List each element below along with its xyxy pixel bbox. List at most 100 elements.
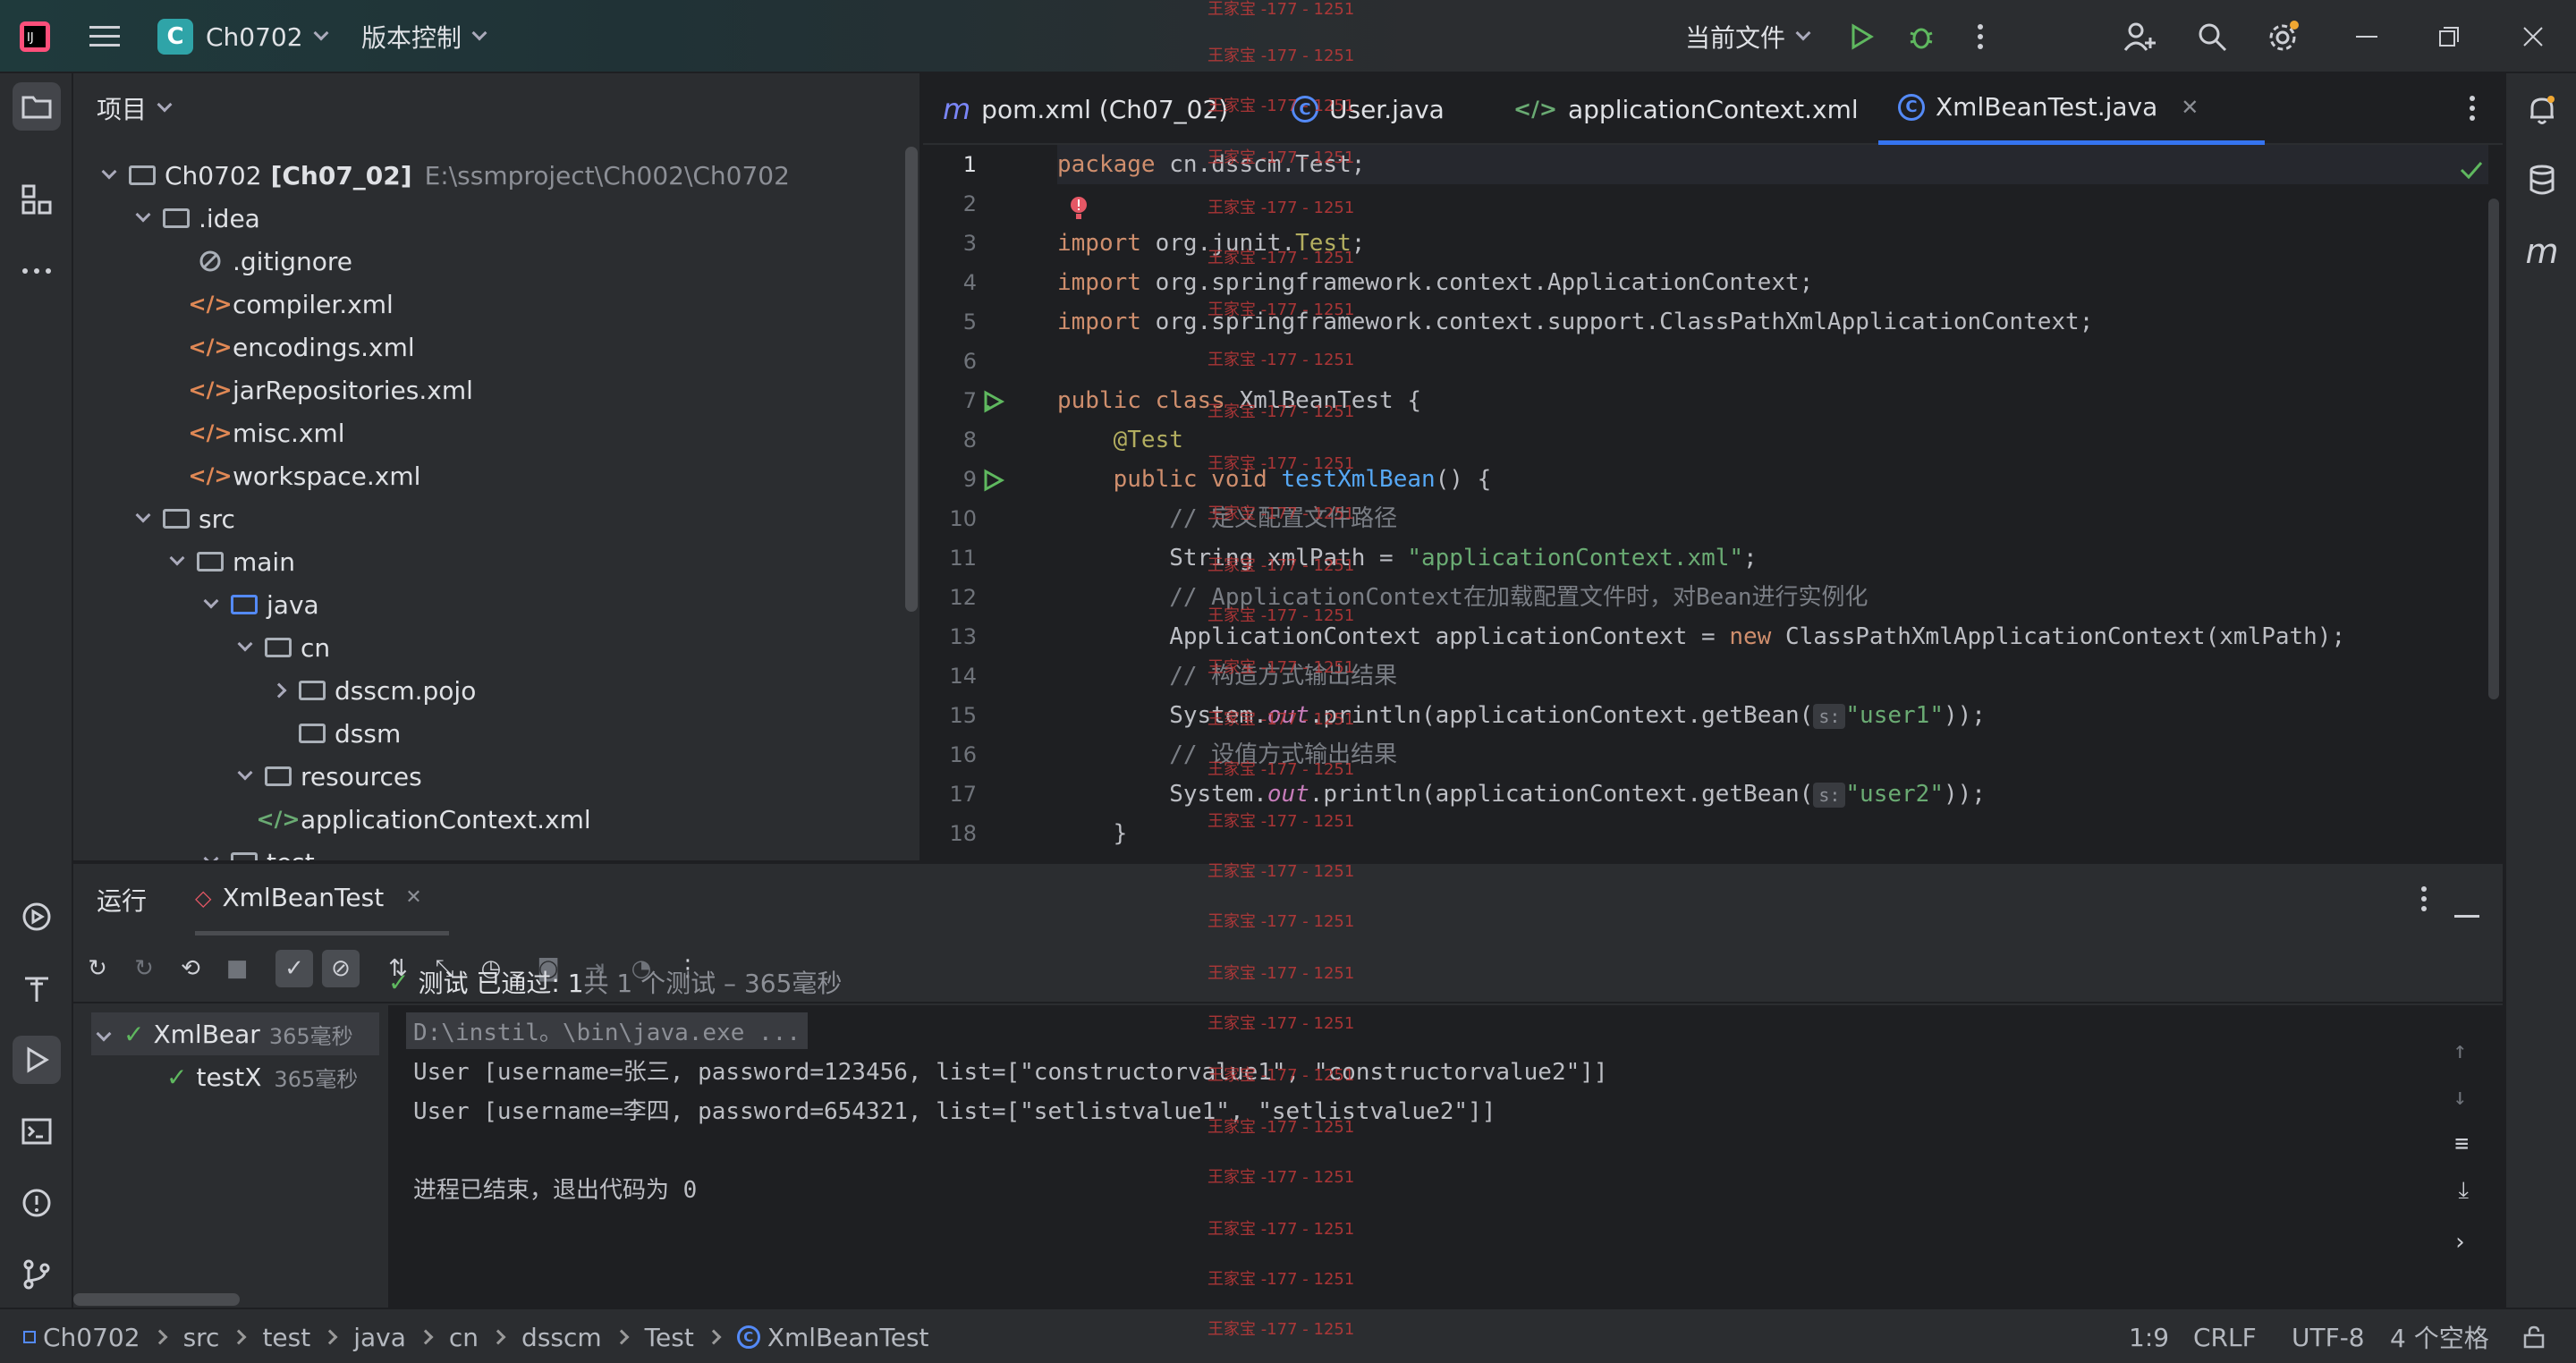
tree-label: dsscm.pojo bbox=[335, 675, 477, 706]
tree-node-java[interactable]: java bbox=[195, 583, 319, 626]
vcs-menu[interactable]: 版本控制 bbox=[361, 0, 487, 73]
add-user-icon[interactable] bbox=[2123, 0, 2156, 73]
tab-pom[interactable]: m pom.xml (Ch07_02) bbox=[943, 73, 1228, 145]
stop-icon[interactable]: ■ bbox=[218, 950, 256, 987]
test-summary: ✓ 测试 已通过: 1 共 1 个测试 – 365毫秒 bbox=[388, 959, 842, 1005]
tree-node-src[interactable]: src bbox=[127, 497, 235, 540]
breadcrumb-item[interactable]: XmlBeanTest bbox=[767, 1323, 929, 1352]
expand-arrow-icon[interactable]: › bbox=[2453, 1229, 2467, 1256]
maven-icon[interactable]: m bbox=[2518, 227, 2566, 275]
line-number: 1 bbox=[962, 152, 977, 177]
toggle-autotest-icon[interactable]: ⟲ bbox=[172, 950, 209, 987]
line-separator[interactable]: CRLF bbox=[2193, 1309, 2257, 1363]
close-icon[interactable] bbox=[2522, 0, 2544, 73]
project-folder-icon[interactable] bbox=[13, 82, 61, 131]
notifications-icon[interactable] bbox=[2518, 86, 2566, 134]
scroll-to-end-icon[interactable]: ⤓ bbox=[2459, 1177, 2470, 1205]
console-command-line[interactable]: D:\instil。\bin\java.exe ... bbox=[406, 1012, 808, 1049]
main-menu-icon[interactable] bbox=[89, 0, 120, 73]
scroll-down-icon[interactable]: ↓ bbox=[2453, 1084, 2467, 1111]
indent-setting[interactable]: 4 个空格 bbox=[2390, 1309, 2489, 1363]
lock-icon[interactable] bbox=[2522, 1309, 2546, 1363]
search-icon[interactable] bbox=[2197, 0, 2227, 73]
chevron-right-icon bbox=[706, 1329, 722, 1345]
run-config-selector[interactable]: 当前文件 bbox=[1685, 0, 1811, 73]
settings-icon[interactable] bbox=[2267, 0, 2301, 73]
tree-node-main[interactable]: main bbox=[161, 540, 295, 583]
run-tool-icon[interactable] bbox=[13, 1036, 61, 1084]
no-problems-check-icon[interactable] bbox=[2460, 159, 2483, 186]
watermark: 王家宝 -177 - 1251 bbox=[1208, 1066, 1355, 1085]
git-icon[interactable] bbox=[13, 1250, 61, 1299]
tree-node-dsscm-pojo[interactable]: dsscm.pojo bbox=[263, 669, 476, 712]
console-line: User [username=张三, password=123456, list… bbox=[413, 1059, 1608, 1086]
close-tab-icon[interactable]: ✕ bbox=[2181, 95, 2199, 120]
line-number: 10 bbox=[949, 506, 977, 531]
test-summary-passed: 测试 已通过: 1 bbox=[418, 969, 584, 998]
test-node-method[interactable]: ✓ testX 365毫秒 bbox=[166, 1055, 358, 1098]
breadcrumb-item[interactable]: src bbox=[183, 1323, 220, 1352]
breadcrumb-item[interactable]: dsscm bbox=[521, 1323, 602, 1352]
tree-node-idea[interactable]: .idea bbox=[127, 197, 260, 240]
close-tab-icon[interactable]: ✕ bbox=[405, 886, 421, 909]
test-node-class[interactable]: ✓ XmlBear 365毫秒 bbox=[91, 1012, 379, 1055]
breadcrumb-item[interactable]: Test bbox=[645, 1323, 694, 1352]
app-logo-icon[interactable]: IJ bbox=[20, 0, 50, 73]
restore-icon[interactable] bbox=[2438, 0, 2460, 73]
build-icon[interactable] bbox=[13, 964, 61, 1012]
tab-appcontext[interactable]: </> applicationContext.xml bbox=[1513, 73, 1859, 145]
test-tree-scrollbar[interactable] bbox=[73, 1293, 240, 1306]
tree-node-cn[interactable]: cn bbox=[229, 626, 330, 669]
tree-node-resources[interactable]: resources bbox=[229, 755, 422, 798]
rerun-failed-icon[interactable]: ↻ bbox=[125, 950, 163, 987]
project-switcher[interactable]: C Ch0702 bbox=[157, 0, 329, 73]
tree-node-dssm[interactable]: dssm bbox=[295, 712, 401, 755]
tab-xmlbeantest[interactable]: C XmlBeanTest.java ✕ bbox=[1878, 73, 2265, 145]
tree-node-jarrepos[interactable]: </> jarRepositories.xml bbox=[189, 368, 473, 411]
minimize-icon[interactable] bbox=[2356, 0, 2377, 73]
breadcrumb-item[interactable]: java bbox=[353, 1323, 406, 1352]
scroll-up-icon[interactable]: ↑ bbox=[2453, 1037, 2467, 1064]
tree-node-test[interactable]: test bbox=[195, 841, 315, 860]
breadcrumb-item[interactable]: cn bbox=[449, 1323, 479, 1352]
project-panel-header[interactable]: 项目 bbox=[73, 73, 919, 143]
project-scrollbar[interactable] bbox=[905, 147, 918, 612]
tree-node-compiler[interactable]: </> compiler.xml bbox=[188, 283, 394, 326]
show-ignored-icon[interactable]: ⊘ bbox=[322, 950, 360, 987]
cursor-position[interactable]: 1:9 bbox=[2129, 1309, 2169, 1363]
more-tools-icon[interactable] bbox=[13, 247, 61, 295]
breadcrumb-item[interactable]: Ch0702 bbox=[43, 1323, 140, 1352]
tabs-more-icon[interactable] bbox=[2469, 95, 2476, 128]
console-output[interactable]: D:\instil。\bin\java.exe ... User [userna… bbox=[388, 1005, 2503, 1309]
xml-file-icon: </> bbox=[188, 292, 233, 317]
tree-node-encodings[interactable]: </> encodings.xml bbox=[189, 326, 415, 368]
tree-node-appcontext[interactable]: </> applicationContext.xml bbox=[257, 798, 591, 841]
problems-icon[interactable] bbox=[13, 1179, 61, 1227]
database-icon[interactable] bbox=[2518, 156, 2566, 204]
more-actions-icon[interactable] bbox=[1977, 0, 1984, 73]
tree-node-gitignore[interactable]: .gitignore bbox=[193, 240, 352, 283]
run-icon[interactable] bbox=[1848, 0, 1875, 73]
run-panel-more-icon[interactable] bbox=[2420, 885, 2428, 919]
editor-scrollbar[interactable] bbox=[2488, 199, 2499, 699]
breadcrumb-item[interactable]: test bbox=[262, 1323, 310, 1352]
show-passed-icon[interactable]: ✓ bbox=[275, 950, 313, 987]
tree-node-workspace[interactable]: </> workspace.xml bbox=[189, 454, 421, 497]
run-class-icon[interactable] bbox=[982, 390, 1005, 419]
line-number: 5 bbox=[962, 309, 977, 334]
services-icon[interactable] bbox=[13, 893, 61, 941]
run-config-tab[interactable]: ◇ XmlBeanTest ✕ bbox=[195, 864, 449, 935]
structure-icon[interactable] bbox=[13, 175, 61, 224]
soft-wrap-icon[interactable]: ≡ bbox=[2454, 1130, 2469, 1157]
run-method-icon[interactable] bbox=[982, 469, 1005, 498]
tree-node-misc[interactable]: </> misc.xml bbox=[189, 411, 345, 454]
rerun-icon[interactable]: ↻ bbox=[79, 950, 116, 987]
tree-node-root[interactable]: Ch0702 [Ch07_02] E:\ssmproject\Ch002\Ch0… bbox=[93, 154, 790, 197]
terminal-icon[interactable] bbox=[13, 1107, 61, 1156]
test-summary-detail: 共 1 个测试 – 365毫秒 bbox=[583, 969, 843, 998]
debug-icon[interactable] bbox=[1907, 0, 1936, 73]
file-encoding[interactable]: UTF-8 bbox=[2292, 1309, 2365, 1363]
hide-panel-icon[interactable] bbox=[2454, 898, 2479, 925]
run-tab-label[interactable]: 运行 bbox=[97, 882, 147, 918]
line-number: 11 bbox=[949, 546, 977, 571]
